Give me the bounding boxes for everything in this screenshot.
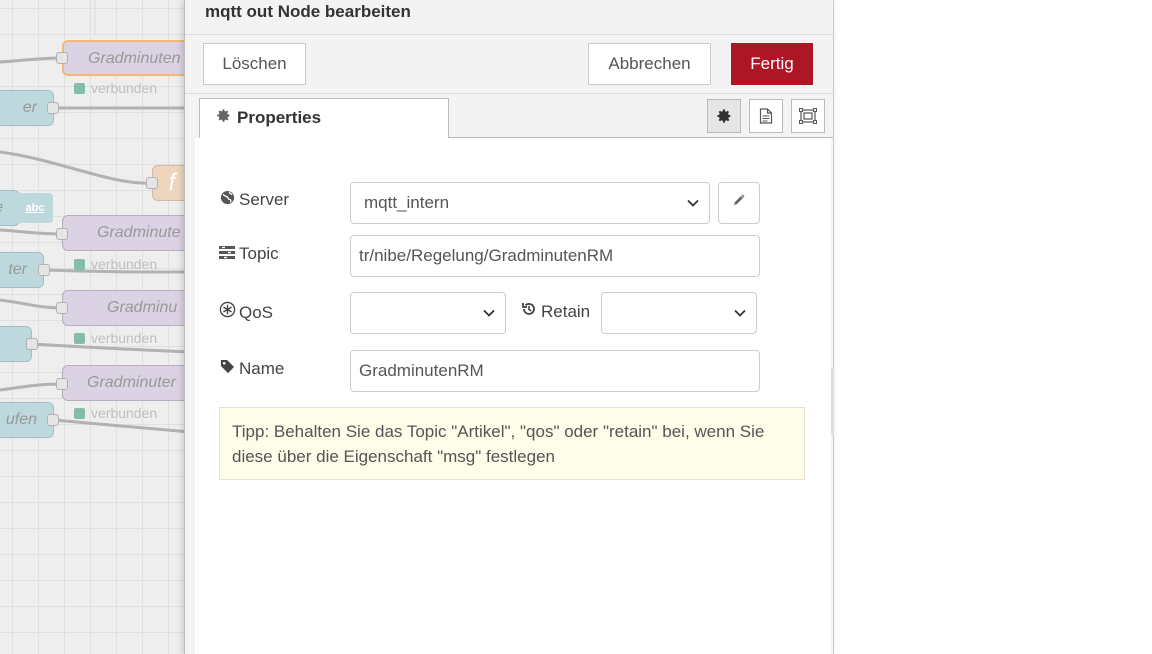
tab-appearance-button[interactable] <box>791 99 825 133</box>
chevron-down-icon <box>734 293 746 333</box>
dialog-title: mqtt out Node bearbeiten <box>205 2 411 21</box>
tip-box: Tipp: Behalten Sie das Topic "Artikel", … <box>219 407 805 480</box>
edit-server-button[interactable] <box>718 182 760 224</box>
qos-icon <box>219 301 236 322</box>
tab-settings-button[interactable] <box>707 99 741 133</box>
chevron-down-icon <box>483 293 495 333</box>
topic-label-text: Topic <box>239 244 279 263</box>
gear-icon <box>216 100 231 138</box>
name-label: Name <box>219 359 284 379</box>
title-divider <box>185 34 833 35</box>
node-appearance-icon <box>799 107 817 124</box>
server-label: Server <box>219 190 289 210</box>
server-select[interactable]: mqtt_intern <box>350 182 710 224</box>
canvas-overlay <box>0 0 190 654</box>
cancel-button[interactable]: Abbrechen <box>588 43 711 85</box>
server-value: mqtt_intern <box>364 193 450 212</box>
history-icon <box>521 301 537 321</box>
pencil-icon <box>734 194 745 205</box>
retain-label-text: Retain <box>541 302 591 321</box>
tasks-icon <box>219 245 235 263</box>
tag-icon <box>219 359 235 378</box>
qos-label: QoS <box>219 301 273 323</box>
server-label-text: Server <box>239 190 290 209</box>
flow-canvas[interactable]: Gradminuten verbunden er f e abc Gradmin… <box>0 0 190 654</box>
globe-icon <box>219 190 235 209</box>
qos-select[interactable] <box>350 292 506 334</box>
retain-select[interactable] <box>601 292 757 334</box>
gear-icon <box>717 109 731 123</box>
name-input[interactable]: GradminutenRM <box>350 350 760 392</box>
done-button[interactable]: Fertig <box>731 43 813 85</box>
tab-properties-label: Properties <box>237 108 322 127</box>
delete-button[interactable]: Löschen <box>203 43 306 85</box>
tab-properties[interactable]: Properties <box>199 98 449 138</box>
sidebar-resize-handle[interactable] <box>831 368 834 434</box>
qos-label-text: QoS <box>239 303 274 322</box>
topic-input[interactable]: tr/nibe/Regelung/GradminutenRM <box>350 235 760 277</box>
topic-label: Topic <box>219 244 279 264</box>
edit-tray: mqtt out Node bearbeiten Löschen Abbrech… <box>184 0 834 654</box>
retain-label: Retain <box>521 301 590 322</box>
document-icon <box>759 108 773 124</box>
name-label-text: Name <box>239 359 285 378</box>
tab-description-button[interactable] <box>749 99 783 133</box>
chevron-down-icon <box>687 183 699 223</box>
toolbar-divider <box>185 93 833 94</box>
